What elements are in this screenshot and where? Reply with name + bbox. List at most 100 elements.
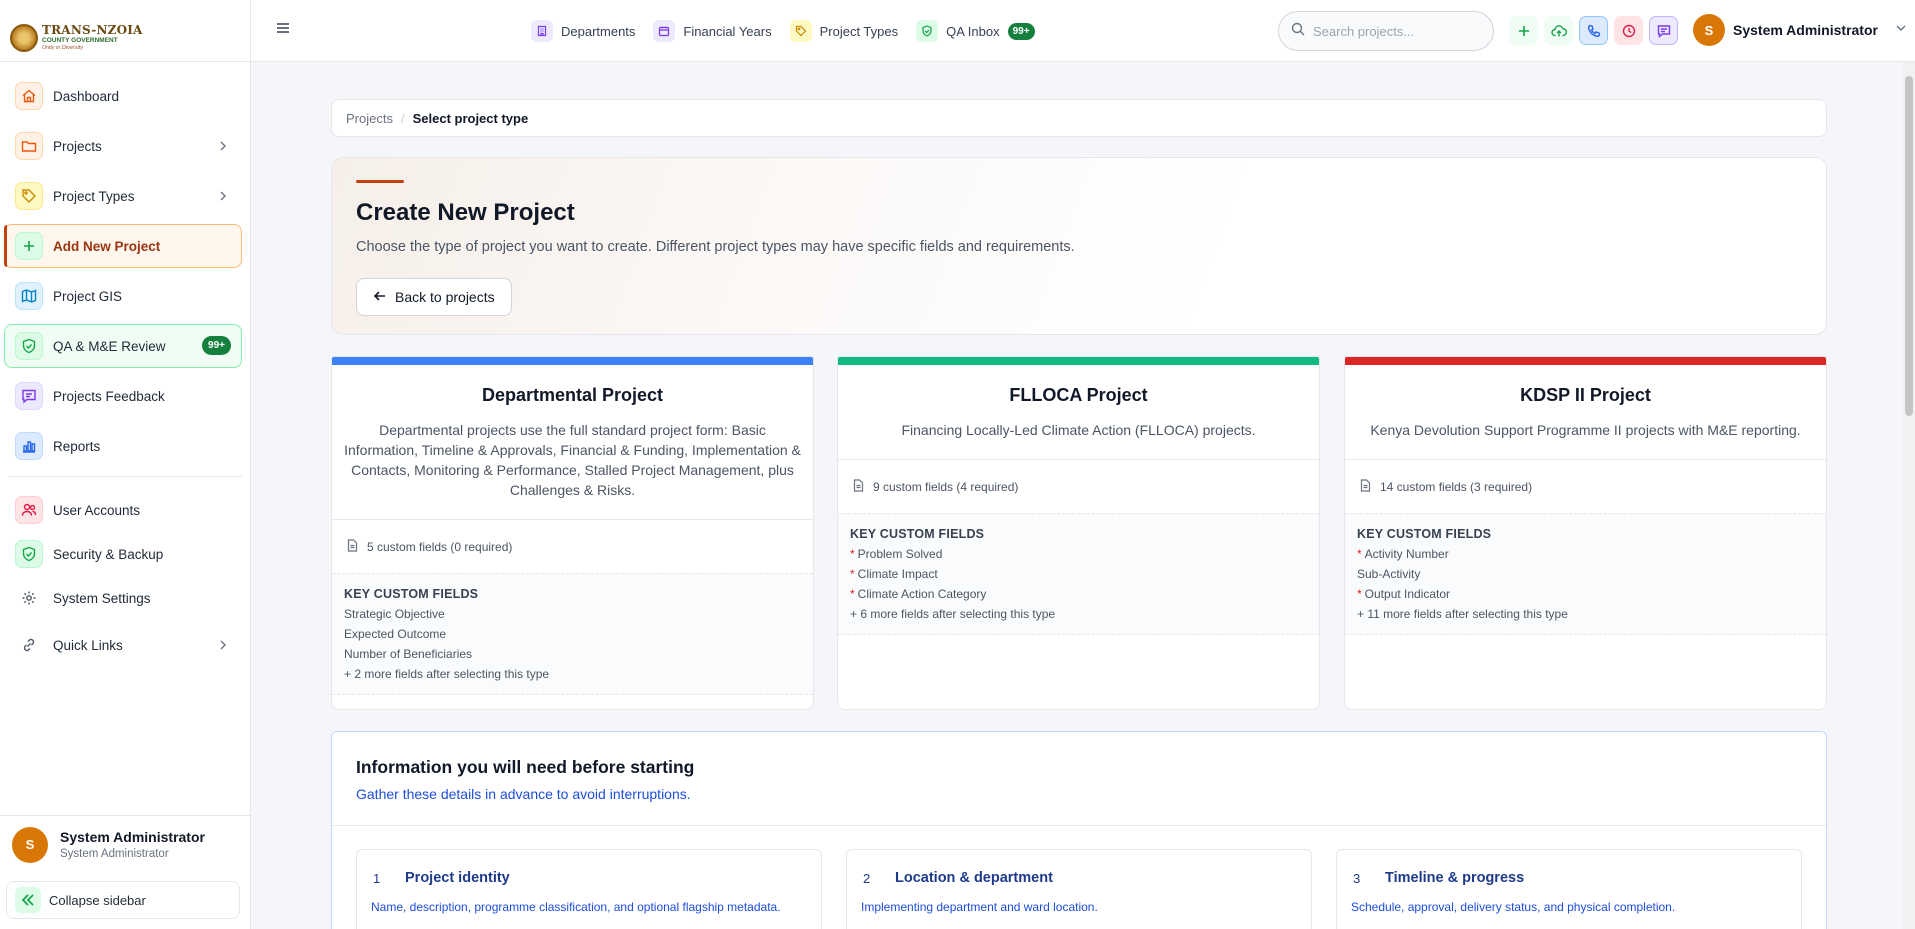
sidebar-item-projects-feedback[interactable]: Projects Feedback xyxy=(4,374,242,418)
key-field-item: Strategic Objective xyxy=(344,607,445,621)
sidebar-item-label: User Accounts xyxy=(53,502,141,518)
clock-icon[interactable] xyxy=(1614,16,1643,45)
info-subtitle: Gather these details in advance to avoid… xyxy=(356,786,691,802)
project-type-card-kdsp[interactable]: KDSP II Project Kenya Devolution Support… xyxy=(1344,356,1827,710)
card-accent-bar xyxy=(838,357,1319,365)
users-icon xyxy=(15,496,43,524)
sidebar-user-role: System Administrator xyxy=(60,848,169,860)
plus-icon xyxy=(15,232,43,260)
main-content: Projects / Select project type Create Ne… xyxy=(251,62,1915,929)
search-input[interactable] xyxy=(1313,23,1473,39)
top-nav: Departments Financial Years Project Type… xyxy=(531,0,1035,62)
sidebar-item-dashboard[interactable]: Dashboard xyxy=(4,74,242,118)
chat-icon[interactable] xyxy=(1649,16,1678,45)
key-field-item: Problem Solved xyxy=(857,547,943,561)
info-step-card: 3 Timeline & progress Schedule, approval… xyxy=(1336,849,1802,929)
more-fields-note: + 6 more fields after selecting this typ… xyxy=(850,607,1056,621)
hero-panel: Create New Project Choose the type of pr… xyxy=(331,157,1827,335)
avatar: S xyxy=(1693,14,1725,46)
breadcrumb-projects-link[interactable]: Projects xyxy=(346,111,393,126)
county-logo[interactable]: TRANS-NZOIA COUNTY GOVERNMENT Unity in D… xyxy=(0,0,250,62)
search-icon xyxy=(1291,22,1305,41)
sidebar-nav: Dashboard Projects Project Types Add New… xyxy=(0,62,250,667)
top-link-label: QA Inbox xyxy=(946,23,1000,39)
phone-icon[interactable] xyxy=(1579,16,1608,45)
top-link-financial-years[interactable]: Financial Years xyxy=(653,20,772,42)
card-custom-fields-count: 9 custom fields (4 required) xyxy=(838,459,1319,513)
required-marker: * xyxy=(1357,547,1362,561)
search-box[interactable] xyxy=(1278,11,1494,51)
scrollbar-thumb[interactable] xyxy=(1905,76,1913,416)
step-number: 3 xyxy=(1353,871,1361,886)
document-icon xyxy=(1359,478,1372,495)
more-fields-note: + 11 more fields after selecting this ty… xyxy=(1357,607,1568,621)
back-to-projects-button[interactable]: Back to projects xyxy=(356,278,512,316)
qa-count-badge: 99+ xyxy=(202,336,231,355)
sidebar-item-label: Project Types xyxy=(53,188,135,204)
project-type-card-departmental[interactable]: Departmental Project Departmental projec… xyxy=(331,356,814,710)
top-link-project-types[interactable]: Project Types xyxy=(789,20,898,42)
required-marker: * xyxy=(850,587,855,601)
card-key-fields: KEY CUSTOM FIELDS * Problem Solved * Clima… xyxy=(838,513,1319,635)
sidebar-item-reports[interactable]: Reports xyxy=(4,424,242,468)
tag-icon xyxy=(15,182,43,210)
sidebar-user-profile[interactable]: S System Administrator System Administra… xyxy=(0,815,251,873)
card-title: FLLOCA Project xyxy=(1009,385,1148,405)
folder-icon xyxy=(15,132,43,160)
key-fields-title: KEY CUSTOM FIELDS xyxy=(344,587,479,601)
card-meta-text: 14 custom fields (3 required) xyxy=(1380,479,1533,494)
plus-icon[interactable] xyxy=(1509,16,1538,45)
sidebar-item-label: Quick Links xyxy=(53,637,123,653)
avatar: S xyxy=(12,826,48,863)
sidebar-item-label: Add New Project xyxy=(53,238,161,254)
sidebar-item-project-types[interactable]: Project Types xyxy=(4,174,242,218)
project-type-card-flloca[interactable]: FLLOCA Project Financing Locally-Led Cli… xyxy=(837,356,1320,710)
sidebar-item-projects[interactable]: Projects xyxy=(4,124,242,168)
card-custom-fields-count: 5 custom fields (0 required) xyxy=(332,519,813,573)
tag-icon xyxy=(789,20,812,42)
breadcrumb-current: Select project type xyxy=(412,110,529,126)
step-description: Schedule, approval, delivery status, and… xyxy=(1351,900,1676,914)
chevron-down-icon xyxy=(1894,21,1908,40)
cloud-upload-icon[interactable] xyxy=(1544,16,1573,45)
chevron-right-icon xyxy=(217,638,229,656)
top-link-qa-inbox[interactable]: QA Inbox 99+ xyxy=(916,20,1035,42)
card-description: Financing Locally-Led Climate Action (FL… xyxy=(901,422,1256,438)
user-menu[interactable]: S System Administrator xyxy=(1693,14,1908,46)
top-actions xyxy=(1509,16,1678,45)
bar-chart-icon xyxy=(15,432,43,460)
sidebar-item-label: System Settings xyxy=(53,590,151,606)
sidebar: TRANS-NZOIA COUNTY GOVERNMENT Unity in D… xyxy=(0,0,251,929)
collapse-sidebar-label: Collapse sidebar xyxy=(49,892,146,908)
sidebar-item-label: Projects Feedback xyxy=(53,388,165,404)
home-icon xyxy=(15,82,43,110)
info-title: Information you will need before startin… xyxy=(356,757,695,777)
step-description: Implementing department and ward locatio… xyxy=(861,900,1098,914)
top-link-label: Financial Years xyxy=(683,23,772,39)
step-title: Project identity xyxy=(405,870,510,886)
key-field-item: Activity Number xyxy=(1364,547,1449,561)
logo-motto: Unity in Diversity xyxy=(42,44,83,51)
required-marker: * xyxy=(850,567,855,581)
sidebar-item-qa-review[interactable]: QA & M&E Review 99+ xyxy=(4,324,242,368)
info-divider xyxy=(332,825,1826,826)
sidebar-item-quick-links[interactable]: Quick Links xyxy=(4,623,242,667)
key-fields-title: KEY CUSTOM FIELDS xyxy=(850,527,985,541)
step-title: Location & department xyxy=(895,870,1053,886)
shield-check-icon xyxy=(916,20,939,42)
card-description: Departmental projects use the full stand… xyxy=(344,422,801,498)
sidebar-item-user-accounts[interactable]: User Accounts xyxy=(4,491,242,529)
page-scrollbar[interactable] xyxy=(1903,62,1915,929)
collapse-sidebar-button[interactable]: Collapse sidebar xyxy=(6,881,240,919)
sidebar-item-project-gis[interactable]: Project GIS xyxy=(4,274,242,318)
top-link-departments[interactable]: Departments xyxy=(531,20,635,42)
hero-accent-bar xyxy=(356,180,404,183)
card-description: Kenya Devolution Support Programme II pr… xyxy=(1370,422,1801,438)
chevron-right-icon xyxy=(217,139,229,157)
step-number: 1 xyxy=(373,871,381,886)
sidebar-item-add-new-project[interactable]: Add New Project xyxy=(4,224,242,268)
sidebar-item-system-settings[interactable]: System Settings xyxy=(4,579,242,617)
top-link-label: Departments xyxy=(561,23,636,39)
sidebar-item-security-backup[interactable]: Security & Backup xyxy=(4,535,242,573)
menu-icon[interactable] xyxy=(275,20,291,41)
